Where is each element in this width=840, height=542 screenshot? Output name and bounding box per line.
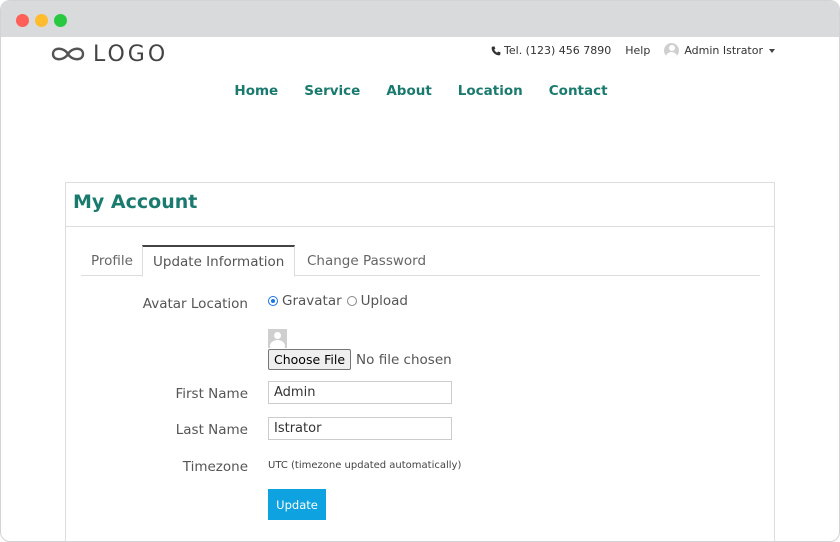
avatar-preview (268, 329, 287, 348)
file-picker: Choose File No file chosen (268, 349, 452, 370)
phone-contact[interactable]: Tel. (123) 456 7890 (491, 44, 611, 57)
avatar-location-label: Avatar Location (142, 296, 248, 312)
nav-home[interactable]: Home (234, 83, 278, 99)
page-title: My Account (73, 191, 198, 213)
last-name-label: Last Name (175, 422, 248, 438)
site-logo[interactable]: LOGO (49, 41, 168, 67)
tab-change-password[interactable]: Change Password (297, 245, 436, 276)
nav-service[interactable]: Service (304, 83, 360, 99)
timezone-label: Timezone (182, 459, 248, 475)
timezone-note: UTC (timezone updated automatically) (268, 460, 462, 471)
nav-contact[interactable]: Contact (549, 83, 608, 99)
main-navigation: Home Service About Location Contact (1, 83, 839, 99)
choose-file-button[interactable]: Choose File (268, 349, 352, 370)
account-tabs: Profile Update Information Change Passwo… (81, 245, 760, 277)
nav-location[interactable]: Location (458, 83, 523, 99)
gravatar-label: Gravatar (282, 293, 342, 309)
upload-radio[interactable] (346, 296, 357, 306)
top-utility-bar: Tel. (123) 456 7890 Help Admin Istrator (477, 43, 775, 58)
account-panel: My Account Profile Update Information Ch… (65, 182, 775, 541)
minimize-window-button[interactable] (35, 14, 48, 27)
phone-icon (491, 46, 501, 55)
first-name-label: First Name (175, 386, 248, 402)
nav-about[interactable]: About (386, 83, 431, 99)
panel-header: My Account (66, 183, 774, 227)
logo-infinity-icon (51, 47, 85, 61)
logo-text: LOGO (93, 41, 169, 67)
help-link[interactable]: Help (625, 44, 650, 57)
update-button[interactable]: Update (268, 489, 326, 520)
file-status: No file chosen (356, 351, 452, 368)
user-name: Admin Istrator (684, 44, 763, 57)
help-text: Help (625, 44, 651, 57)
upload-label: Upload (360, 293, 408, 309)
avatar-placeholder-icon (268, 329, 287, 348)
user-avatar-icon (664, 43, 680, 58)
phone-text: Tel. (123) 456 7890 (504, 44, 612, 57)
tab-profile[interactable]: Profile (81, 245, 143, 276)
browser-window: LOGO Tel. (123) 456 7890 Help Admin Istr… (0, 0, 840, 542)
gravatar-radio[interactable] (268, 296, 278, 306)
window-titlebar (1, 1, 839, 37)
close-window-button[interactable] (16, 14, 29, 27)
first-name-input[interactable] (268, 381, 452, 404)
tab-update-information[interactable]: Update Information (142, 245, 296, 277)
maximize-window-button[interactable] (54, 14, 67, 27)
avatar-options: Gravatar Upload (268, 293, 408, 309)
last-name-input[interactable] (268, 417, 452, 440)
user-menu[interactable]: Admin Istrator (664, 43, 775, 58)
chevron-down-icon (769, 48, 775, 53)
